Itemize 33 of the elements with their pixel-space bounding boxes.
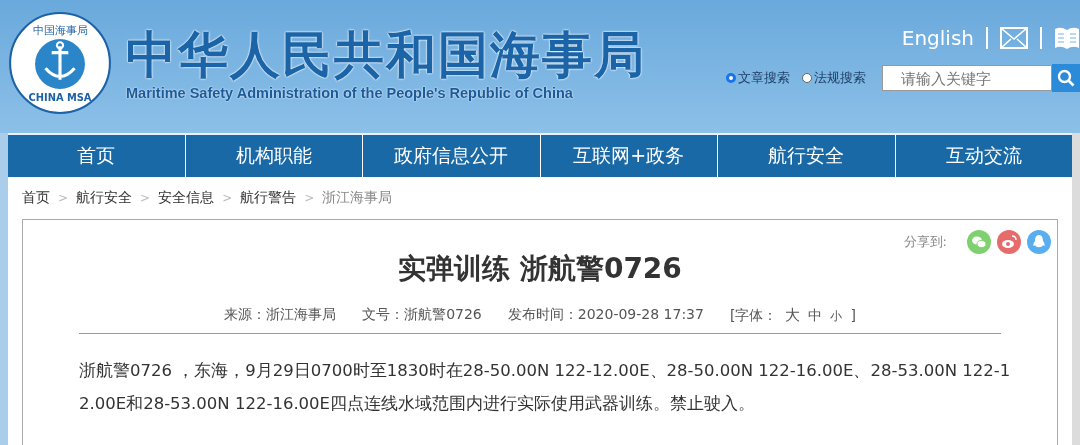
breadcrumb-separator: > [222,191,233,205]
article-body: 浙航警0726 ，东海，9月29日0700时至1830时在28-50.00N 122-12.00E、28-50.00N 122-16.00E、28-53.00N 122-12.00E和28-53.00N 122-16.00E四点连线水域范围内进行实际使用武器训练。禁止驶入。 [79,360,1012,415]
font-size-link[interactable]: 小 [830,308,843,325]
article-title: 实弹训练 浙航警0726 [398,251,682,287]
meta-info: 发布时间：2020-09-28 17:37 [507,306,704,324]
search-scope-radio[interactable]: 文章搜索 [726,69,790,87]
breadcrumb-link[interactable]: 浙江海事局 [322,189,393,207]
breadcrumb-link[interactable]: 首页 [22,189,50,207]
font-size-link[interactable]: 中 [808,307,823,325]
breadcrumb-link[interactable]: 航行警告 [240,189,297,207]
share-label: 分享到: [903,233,947,251]
breadcrumb-link[interactable]: 航行安全 [76,189,133,207]
breadcrumb-separator: > [58,191,69,205]
search-scope-radio[interactable]: 法规搜索 [802,69,866,87]
font-size-bracket: ] [850,307,856,323]
chat-bubbles-icon[interactable] [967,230,991,254]
site-title: 中华人民共和国海事局 [126,24,646,85]
breadcrumb-link[interactable]: 安全信息 [158,189,215,207]
font-size-label: [字体： [729,307,778,325]
book-icon[interactable] [1054,26,1080,50]
search-field[interactable]: 请输入关键字 [882,65,1052,91]
eye-swirl-icon[interactable] [997,230,1021,254]
meta-info: 文号：浙航警0726 [362,306,482,324]
site-subtitle: Maritime Safety Administration of the People's Republic of China [126,84,574,101]
nav-item[interactable]: 首页 [8,135,185,177]
search-button[interactable] [1052,64,1080,92]
emblem-logo: 中国海事局 CHINA MSA [8,10,112,115]
font-size-link[interactable]: 大 [785,306,801,325]
penguin-icon[interactable] [1027,230,1051,254]
breadcrumb-separator: > [140,191,151,205]
meta-info: 来源：浙江海事局 [224,306,337,324]
mail-icon[interactable] [1000,27,1028,49]
breadcrumb-separator: > [304,191,315,205]
